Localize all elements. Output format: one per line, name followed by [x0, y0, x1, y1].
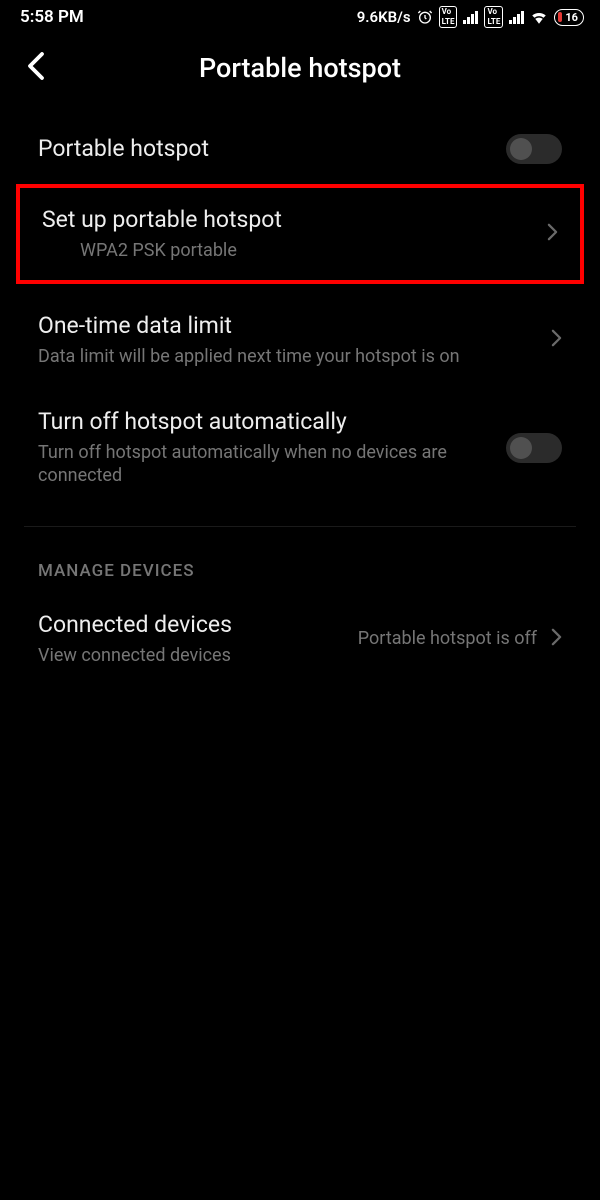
chevron-right-icon — [547, 223, 558, 245]
connected-devices-sub: View connected devices — [38, 644, 358, 667]
section-manage-devices: MANAGE DEVICES — [0, 527, 600, 591]
battery-icon: 16 — [554, 9, 584, 26]
alarm-icon — [417, 9, 433, 25]
volte-badge-2: VoLTE — [484, 6, 503, 28]
auto-off-toggle[interactable] — [506, 433, 562, 463]
header: Portable hotspot — [0, 34, 600, 114]
back-button[interactable] — [26, 51, 46, 85]
portable-hotspot-label: Portable hotspot — [38, 135, 506, 164]
row-auto-off[interactable]: Turn off hotspot automatically Turn off … — [0, 388, 600, 508]
status-bar: 5:58 PM 9.6KB/s VoLTE VoLTE 16 — [0, 0, 600, 34]
wifi-icon — [530, 10, 548, 24]
row-portable-hotspot[interactable]: Portable hotspot — [0, 114, 600, 184]
signal-icon-2 — [509, 10, 524, 24]
page-title: Portable hotspot — [20, 52, 580, 84]
connected-devices-value: Portable hotspot is off — [358, 627, 537, 650]
data-limit-sub: Data limit will be applied next time you… — [38, 345, 545, 368]
volte-badge-1: VoLTE — [439, 6, 458, 28]
setup-hotspot-label: Set up portable hotspot — [42, 206, 541, 235]
connected-devices-label: Connected devices — [38, 611, 358, 640]
row-setup-hotspot[interactable]: Set up portable hotspot WPA2 PSK portabl… — [16, 184, 584, 284]
portable-hotspot-toggle[interactable] — [506, 134, 562, 164]
auto-off-sub: Turn off hotspot automatically when no d… — [38, 441, 506, 488]
data-limit-label: One-time data limit — [38, 312, 545, 341]
status-speed: 9.6KB/s — [357, 8, 411, 26]
status-time: 5:58 PM — [20, 7, 84, 27]
status-right: 9.6KB/s VoLTE VoLTE 16 — [357, 6, 584, 28]
signal-icon-1 — [463, 10, 478, 24]
row-connected-devices[interactable]: Connected devices View connected devices… — [0, 591, 600, 687]
battery-level: 16 — [565, 11, 578, 24]
setup-hotspot-sub: WPA2 PSK portable — [42, 239, 541, 262]
row-data-limit[interactable]: One-time data limit Data limit will be a… — [0, 284, 600, 388]
chevron-right-icon — [551, 329, 562, 351]
auto-off-label: Turn off hotspot automatically — [38, 408, 506, 437]
chevron-right-icon — [551, 628, 562, 650]
